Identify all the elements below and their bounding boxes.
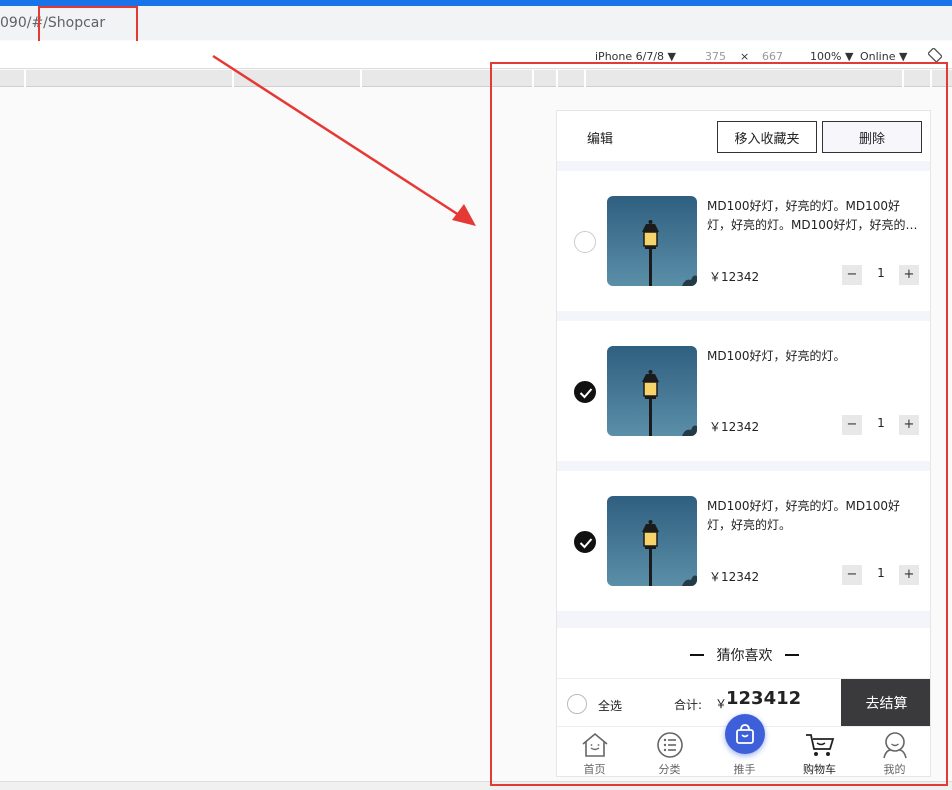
quantity-stepper: − 1 + (842, 415, 920, 435)
tab-cart-label: 购物车 (803, 763, 836, 776)
bottom-tab-bar: 首页 分类 推手 购物车 我的 (557, 714, 930, 776)
guess-title: 猜你喜欢 (716, 648, 773, 664)
product-description: MD100好灯，好亮的灯。 (707, 349, 846, 363)
quantity-value[interactable]: 1 (866, 416, 896, 430)
total-label: 合计: (674, 698, 703, 712)
item-checkbox[interactable] (574, 231, 596, 253)
guess-you-like-section: 猜你喜欢 (557, 628, 930, 678)
delete-button[interactable]: 删除 (822, 121, 922, 153)
move-to-favorites-button[interactable]: 移入收藏夹 (717, 121, 817, 153)
tab-category-label: 分类 (658, 763, 681, 776)
increase-button[interactable]: + (899, 415, 919, 435)
increase-button[interactable]: + (899, 265, 919, 285)
guess-title-right-line (785, 654, 799, 656)
address-bar[interactable]: 090/#/Shopcar (0, 6, 952, 40)
product-description: MD100好灯，好亮的灯。MD100好灯，好亮的灯。 (707, 499, 900, 532)
decrease-button[interactable]: − (842, 415, 862, 435)
item-checkbox-checked[interactable] (574, 531, 596, 553)
product-description: MD100好灯，好亮的灯。MD100好灯，好亮的灯。MD100好灯，好亮的灯。 (707, 199, 906, 232)
cart-item: MD100好灯，好亮的灯。MD100好灯，好亮的灯。MD100好灯，好亮的灯。 … (557, 171, 930, 311)
product-price: ￥12342 (709, 270, 760, 284)
checkmark-icon (579, 388, 593, 399)
product-price: ￥12342 (709, 420, 760, 434)
shopping-bag-icon (736, 724, 754, 744)
tab-category[interactable]: 分类 (632, 727, 707, 776)
tab-pusher-label: 推手 (733, 763, 756, 776)
checkmark-icon (579, 538, 593, 549)
tab-home-label: 首页 (583, 763, 606, 776)
home-icon (582, 732, 608, 757)
select-all-label[interactable]: 全选 (598, 697, 622, 714)
item-checkbox-checked[interactable] (574, 381, 596, 403)
product-price: ￥12342 (709, 570, 760, 584)
cart-header: 编辑 移入收藏夹 删除 (557, 111, 930, 161)
quantity-value[interactable]: 1 (866, 266, 896, 280)
product-image[interactable] (607, 346, 697, 436)
product-image[interactable] (607, 496, 697, 586)
decrease-button[interactable]: − (842, 265, 862, 285)
edit-button[interactable]: 编辑 (587, 128, 613, 147)
center-tab-bubble[interactable] (725, 714, 765, 754)
tab-pusher[interactable]: 推手 (707, 714, 782, 776)
tab-home[interactable]: 首页 (557, 727, 632, 776)
decrease-button[interactable]: − (842, 565, 862, 585)
category-icon (657, 732, 683, 758)
tab-cart[interactable]: 购物车 (782, 727, 857, 776)
phone-viewport: 编辑 移入收藏夹 删除 MD100好灯，好亮的灯。MD100好灯，好亮的灯。MD… (556, 110, 931, 777)
tab-mine[interactable]: 我的 (857, 727, 930, 776)
total-amount: 123412 (726, 688, 802, 709)
user-icon (883, 732, 907, 759)
select-all-checkbox[interactable] (567, 694, 587, 714)
quantity-value[interactable]: 1 (866, 566, 896, 580)
quantity-stepper: − 1 + (842, 265, 920, 285)
cart-item: MD100好灯，好亮的灯。 ￥12342 − 1 + (557, 321, 930, 461)
product-image[interactable] (607, 196, 697, 286)
checkout-button[interactable]: 去结算 (841, 679, 930, 727)
cart-item: MD100好灯，好亮的灯。MD100好灯，好亮的灯。 ￥12342 − 1 + (557, 471, 930, 611)
quantity-stepper: − 1 + (842, 565, 920, 585)
increase-button[interactable]: + (899, 565, 919, 585)
cart-icon (806, 734, 835, 756)
tab-mine-label: 我的 (883, 763, 906, 776)
